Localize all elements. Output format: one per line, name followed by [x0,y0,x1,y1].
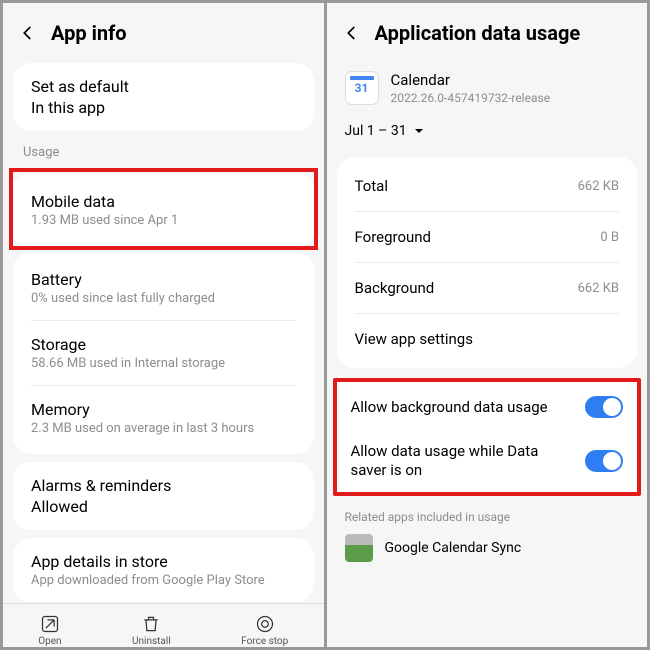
calendar-app-icon: 31 [345,71,379,105]
app-identity: 31 Calendar 2022.26.0-457419732-release [327,59,648,111]
related-app-row[interactable]: Google Calendar Sync [327,528,648,562]
memory-item[interactable]: Memory 2.3 MB used on average in last 3 … [13,386,314,450]
store-item[interactable]: App details in store App downloaded from… [13,538,314,602]
back-icon[interactable] [19,24,37,42]
view-app-settings[interactable]: View app settings [337,314,638,364]
foreground-row: Foreground 0 B [337,212,638,262]
allow-background-toggle[interactable] [585,396,623,418]
force-stop-button[interactable]: Force stop [241,614,288,647]
mobile-data-item[interactable]: Mobile data 1.93 MB used since Apr 1 [13,178,314,242]
date-range-selector[interactable]: Jul 1 – 31 [327,111,648,153]
app-name: Calendar [391,71,551,89]
background-row: Background 662 KB [337,263,638,313]
allow-data-saver-toggle-row: Allow data usage while Data saver is on [337,430,638,492]
app-version: 2022.26.0-457419732-release [391,91,551,105]
page-title: App info [51,21,127,45]
trash-icon [141,614,161,634]
storage-item[interactable]: Storage 58.66 MB used in Internal storag… [13,321,314,385]
related-apps-label: Related apps included in usage [327,500,648,528]
total-row: Total 662 KB [337,161,638,211]
open-button[interactable]: Open [38,614,61,647]
header-app-data-usage: Application data usage [327,3,648,59]
allow-data-saver-toggle[interactable] [585,450,623,472]
uninstall-button[interactable]: Uninstall [132,614,171,647]
set-as-default[interactable]: Set as default In this app [13,63,314,131]
calendar-sync-icon [345,534,373,562]
header-app-info: App info [3,3,324,59]
usage-section-label: Usage [3,135,324,166]
open-icon [40,614,60,634]
alarms-item[interactable]: Alarms & reminders Allowed [13,462,314,530]
stop-icon [255,614,275,634]
battery-item[interactable]: Battery 0% used since last fully charged [13,256,314,320]
page-title: Application data usage [375,21,581,45]
allow-background-toggle-row: Allow background data usage [337,384,638,430]
chevron-down-icon [413,125,425,137]
back-icon[interactable] [343,24,361,42]
